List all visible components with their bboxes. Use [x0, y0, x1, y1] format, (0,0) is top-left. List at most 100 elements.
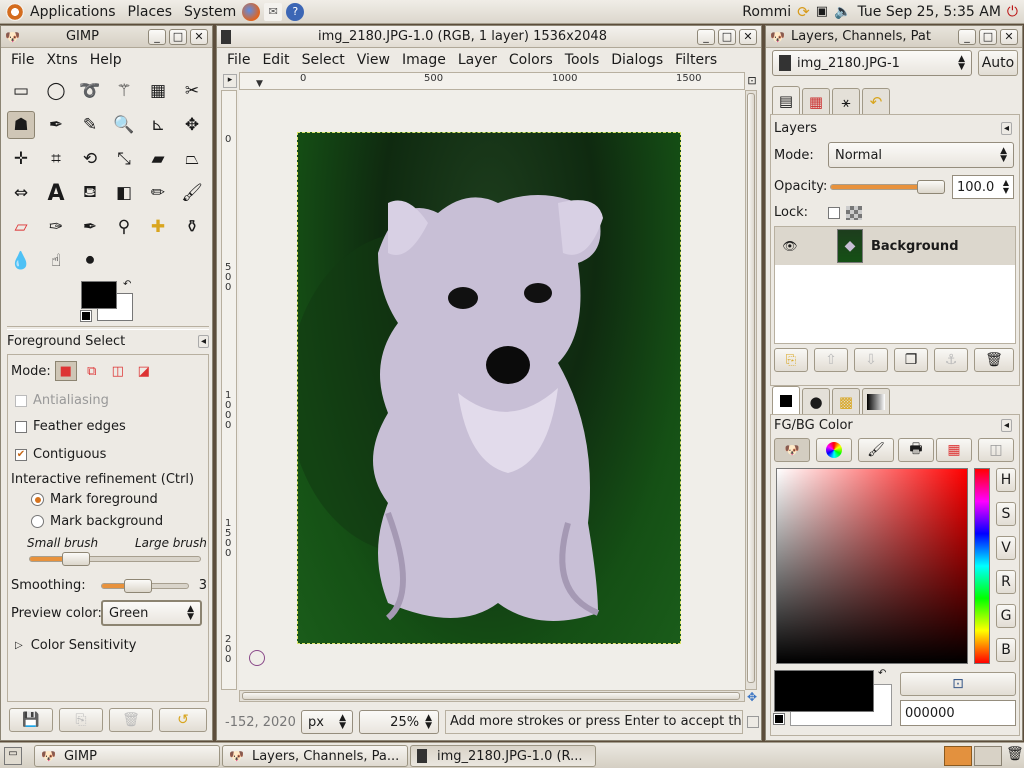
- system-menu[interactable]: System: [178, 0, 242, 24]
- align-icon[interactable]: ✛: [7, 145, 35, 173]
- horizontal-scroll-thumb[interactable]: [242, 692, 740, 700]
- navigate-icon[interactable]: ⊡: [745, 74, 759, 88]
- ubuntu-logo-icon[interactable]: [6, 2, 24, 21]
- workspace-1[interactable]: [944, 746, 972, 766]
- palette-selector-button[interactable]: ▦: [936, 438, 972, 462]
- anchor-layer-button[interactable]: ⚓: [934, 348, 968, 372]
- fg-color-swatch[interactable]: [774, 670, 874, 712]
- color-select-icon[interactable]: ▦: [144, 77, 172, 105]
- power-icon[interactable]: ⏻: [1007, 4, 1018, 20]
- swap-colors-icon[interactable]: ↶: [123, 279, 131, 290]
- mode-subtract-icon[interactable]: ◫: [107, 361, 129, 381]
- rect-select-icon[interactable]: ▭: [7, 77, 35, 105]
- pencil-icon[interactable]: ✏: [144, 179, 172, 207]
- gimp-selector-button[interactable]: 🐶: [774, 438, 810, 462]
- color-sensitivity-expander[interactable]: ▷ Color Sensitivity: [15, 638, 136, 653]
- image-titlebar[interactable]: img_2180.JPG-1.0 (RGB, 1 layer) 1536x204…: [217, 26, 761, 48]
- firefox-icon[interactable]: [242, 2, 261, 21]
- zoom-select[interactable]: 25% ▲ ▼: [359, 710, 439, 734]
- contiguous-checkbox[interactable]: ✔: [15, 448, 27, 461]
- layers-titlebar[interactable]: 🐶 Layers, Channels, Pat _ □ ✕: [766, 26, 1022, 48]
- swap-colors-icon[interactable]: ↶: [878, 668, 886, 679]
- heal-icon[interactable]: ✚: [144, 213, 172, 241]
- airbrush-icon[interactable]: ✑: [42, 213, 70, 241]
- save-options-button[interactable]: 💾: [9, 708, 53, 732]
- hue-strip[interactable]: [974, 468, 990, 664]
- menu-edit[interactable]: Edit: [256, 52, 295, 68]
- preview-color-select[interactable]: Green ▲ ▼: [101, 600, 202, 626]
- menu-layer[interactable]: Layer: [452, 52, 503, 68]
- channel-g-button[interactable]: G: [996, 604, 1016, 628]
- channel-v-button[interactable]: V: [996, 536, 1016, 560]
- opacity-spin[interactable]: 100.0 ▲ ▼: [952, 175, 1014, 199]
- delete-layer-button[interactable]: 🗑: [974, 348, 1014, 372]
- wheel-selector-button[interactable]: [816, 438, 852, 462]
- layer-row-background[interactable]: 👁 ◆ Background: [775, 227, 1015, 265]
- minimize-button[interactable]: _: [697, 28, 715, 45]
- menu-image[interactable]: Image: [396, 52, 452, 68]
- mode-replace-icon[interactable]: ■: [54, 361, 77, 381]
- zoom-icon[interactable]: 🔍: [110, 111, 138, 139]
- menu-tools[interactable]: Tools: [559, 52, 606, 68]
- crop-icon[interactable]: ⌗: [42, 145, 70, 173]
- flip-icon[interactable]: ⇔: [7, 179, 35, 207]
- measure-icon[interactable]: ⊾: [144, 111, 172, 139]
- fg-color-swatch[interactable]: [81, 281, 117, 309]
- eraser-icon[interactable]: ▱: [7, 213, 35, 241]
- fgbg-swatch-area[interactable]: ↶: [773, 668, 894, 728]
- options-menu-icon[interactable]: ◂: [197, 335, 209, 348]
- text-icon[interactable]: A: [42, 179, 70, 207]
- patterns-tab-icon[interactable]: ▩: [832, 388, 860, 414]
- raise-layer-button[interactable]: ⇧: [814, 348, 848, 372]
- brushes-tab-icon[interactable]: ●: [802, 388, 830, 414]
- volume-icon[interactable]: 🔈: [834, 4, 851, 20]
- zoom-to-fit-icon[interactable]: ✥: [745, 690, 759, 704]
- show-desktop-icon[interactable]: ▭: [4, 747, 22, 765]
- dodge-burn-icon[interactable]: ⚫: [76, 247, 104, 275]
- task-layers[interactable]: 🐶 Layers, Channels, Pa...: [222, 745, 408, 767]
- cmyk-selector-button[interactable]: ◫: [978, 438, 1014, 462]
- close-button[interactable]: ✕: [1000, 28, 1018, 45]
- horizontal-ruler[interactable]: 0 500 1000 1500 ▼: [239, 72, 745, 90]
- scales-selector-button[interactable]: 🖶: [898, 438, 934, 462]
- eye-icon[interactable]: 👁: [775, 239, 805, 253]
- workspace-switcher[interactable]: [944, 746, 1002, 766]
- canvas-area[interactable]: [239, 90, 745, 690]
- menu-help[interactable]: Help: [84, 52, 128, 68]
- scale-icon[interactable]: ⤡: [110, 145, 138, 173]
- smoothing-slider[interactable]: [101, 579, 189, 593]
- channel-s-button[interactable]: S: [996, 502, 1016, 526]
- menu-xtns[interactable]: Xtns: [40, 52, 83, 68]
- maximize-button[interactable]: □: [169, 28, 187, 45]
- antialiasing-checkbox[interactable]: [15, 394, 27, 407]
- clock[interactable]: Tue Sep 25, 5:35 AM: [857, 4, 1000, 20]
- perspective-icon[interactable]: ⏢: [178, 145, 206, 173]
- restore-options-button[interactable]: ⎘: [59, 708, 103, 732]
- move-icon[interactable]: ✥: [178, 111, 206, 139]
- cancel-op-icon[interactable]: [747, 716, 759, 728]
- shear-icon[interactable]: ▰: [144, 145, 172, 173]
- blur-icon[interactable]: 💧: [7, 247, 35, 275]
- foreground-select-icon[interactable]: ☗: [7, 111, 35, 139]
- bucket-fill-icon[interactable]: ⛾: [76, 179, 104, 207]
- menu-colors[interactable]: Colors: [503, 52, 559, 68]
- lock-alpha-checkbox[interactable]: [828, 206, 841, 219]
- workspace-2[interactable]: [974, 746, 1002, 766]
- smoothing-knob[interactable]: [124, 579, 152, 593]
- color-picker-icon[interactable]: ✎: [76, 111, 104, 139]
- minimize-button[interactable]: _: [148, 28, 166, 45]
- vertical-ruler[interactable]: 0 5 0 0 1 0 0 0 1 5 0 0 2 0 0: [221, 90, 237, 690]
- applications-menu[interactable]: Applications: [24, 0, 122, 24]
- undo-tab-icon[interactable]: ↶: [862, 88, 890, 114]
- scissors-icon[interactable]: ✂: [178, 77, 206, 105]
- close-button[interactable]: ✕: [739, 28, 757, 45]
- new-layer-button[interactable]: ⎘: [774, 348, 808, 372]
- minimize-button[interactable]: _: [958, 28, 976, 45]
- clone-icon[interactable]: ⚲: [110, 213, 138, 241]
- vertical-scroll-thumb[interactable]: [747, 93, 755, 683]
- default-colors-icon[interactable]: [773, 713, 785, 725]
- sv-color-area[interactable]: [776, 468, 968, 664]
- duplicate-layer-button[interactable]: ❐: [894, 348, 928, 372]
- channel-r-button[interactable]: R: [996, 570, 1016, 594]
- mail-icon[interactable]: ✉: [264, 2, 283, 21]
